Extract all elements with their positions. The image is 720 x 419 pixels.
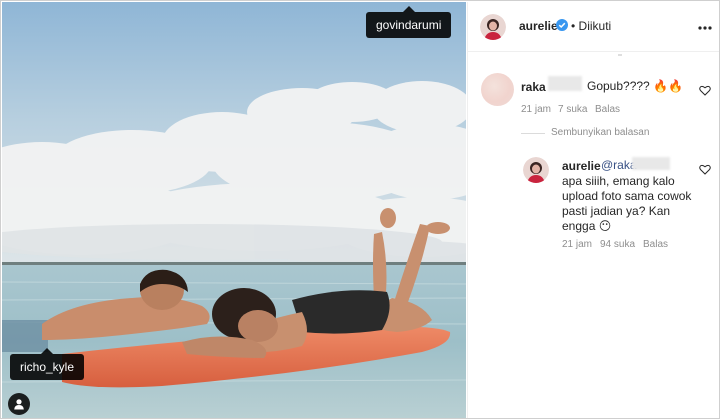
comment-time: 21 jam xyxy=(521,104,552,115)
user-tag-label: govindarumi xyxy=(376,18,442,32)
commenter-avatar[interactable] xyxy=(481,73,514,106)
like-heart-icon[interactable] xyxy=(699,164,711,175)
person-icon xyxy=(14,399,24,410)
post-sidebar: aurelie • Diikuti raka Gopub???? 🔥🔥 21 j… xyxy=(467,2,719,418)
more-options-icon[interactable] xyxy=(698,26,712,30)
reply-text-line-1: apa siiih, emang kalo xyxy=(562,174,675,188)
author-avatar[interactable] xyxy=(480,14,506,40)
scroll-fragment xyxy=(618,54,622,56)
reply-reply-button[interactable]: Balas xyxy=(643,239,668,250)
comment-likes[interactable]: 7 suka xyxy=(558,104,587,115)
reply-time: 21 jam xyxy=(562,239,593,250)
censor-blur xyxy=(548,76,582,91)
tagged-users-button[interactable] xyxy=(8,393,30,415)
user-tag-govindarumi[interactable]: govindarumi xyxy=(366,6,452,38)
post-photo[interactable]: govindarumi richo_kyle xyxy=(2,2,466,418)
comment-text: Gopub???? 🔥🔥 xyxy=(587,79,683,93)
like-heart-icon[interactable] xyxy=(699,85,711,96)
user-tag-label: richo_kyle xyxy=(20,360,75,374)
reply-text-line-3: pasti jadian ya? Kan xyxy=(562,204,671,218)
reply-likes[interactable]: 94 suka xyxy=(600,239,635,250)
follow-status[interactable]: • Diikuti xyxy=(571,19,611,33)
comment-reply-button[interactable]: Balas xyxy=(595,104,620,115)
instagram-post-modal: govindarumi richo_kyle aurelie • Diikuti… xyxy=(0,0,720,419)
hide-replies-button[interactable]: Sembunyikan balasan xyxy=(551,127,649,138)
comment-username[interactable]: raka xyxy=(521,80,546,94)
reply-username[interactable]: aurelie xyxy=(562,159,601,173)
censor-blur xyxy=(632,157,670,170)
verified-badge-icon xyxy=(556,19,568,31)
reply-text-line-4: engga 😶 xyxy=(562,219,612,233)
reply-author-avatar[interactable] xyxy=(523,157,549,183)
replies-divider xyxy=(521,133,545,134)
post-header: aurelie • Diikuti xyxy=(468,2,719,52)
reply-text-line-2: upload foto sama cowok xyxy=(562,189,692,203)
author-username[interactable]: aurelie xyxy=(519,19,558,33)
user-tag-richo-kyle[interactable]: richo_kyle xyxy=(10,348,85,380)
